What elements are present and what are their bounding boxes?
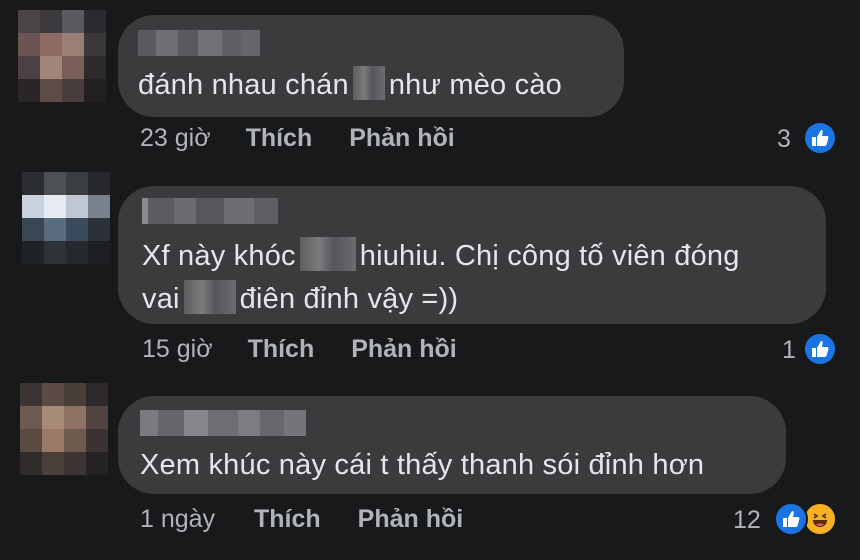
comment-time[interactable]: 1 ngày — [140, 505, 215, 533]
like-link[interactable]: Thích — [246, 124, 313, 152]
haha-icon[interactable] — [803, 502, 837, 536]
comment-actions: 23 giờ Thích Phản hồi — [140, 124, 455, 153]
reply-link[interactable]: Phản hồi — [349, 124, 455, 152]
like-icon[interactable] — [803, 332, 837, 366]
censored-word — [299, 237, 356, 272]
commenter-name[interactable] — [138, 30, 260, 56]
like-link[interactable]: Thích — [254, 505, 321, 533]
reply-link[interactable]: Phản hồi — [351, 335, 457, 363]
commenter-name[interactable] — [140, 410, 306, 436]
avatar[interactable] — [20, 383, 108, 475]
like-link[interactable]: Thích — [248, 335, 315, 363]
reply-link[interactable]: Phản hồi — [358, 505, 464, 533]
reaction-count[interactable]: 12 — [733, 506, 761, 535]
like-icon[interactable] — [803, 121, 837, 155]
comment-time[interactable]: 23 giờ — [140, 124, 211, 152]
comment-text: đánh nhau chán như mèo cào — [138, 63, 562, 107]
reaction-count[interactable]: 3 — [777, 125, 791, 154]
censored-word — [183, 280, 236, 315]
avatar[interactable] — [18, 10, 106, 102]
reaction-count[interactable]: 1 — [782, 336, 796, 365]
comment-text-line-1: Xf này khóc hiuhiu. Chị công tố viên đóng — [142, 234, 740, 278]
commenter-name[interactable] — [142, 198, 278, 224]
comment-time[interactable]: 15 giờ — [142, 335, 213, 363]
like-icon[interactable] — [774, 502, 808, 536]
censored-word — [352, 66, 385, 101]
comment-actions: 1 ngày Thích Phản hồi — [140, 505, 463, 534]
avatar[interactable] — [22, 172, 110, 264]
comment-text-line-2: vai điên đỉnh vậy =)) — [142, 277, 458, 321]
comment-text: Xem khúc này cái t thấy thanh sói đỉnh h… — [140, 449, 705, 481]
comment-actions: 15 giờ Thích Phản hồi — [142, 335, 457, 364]
